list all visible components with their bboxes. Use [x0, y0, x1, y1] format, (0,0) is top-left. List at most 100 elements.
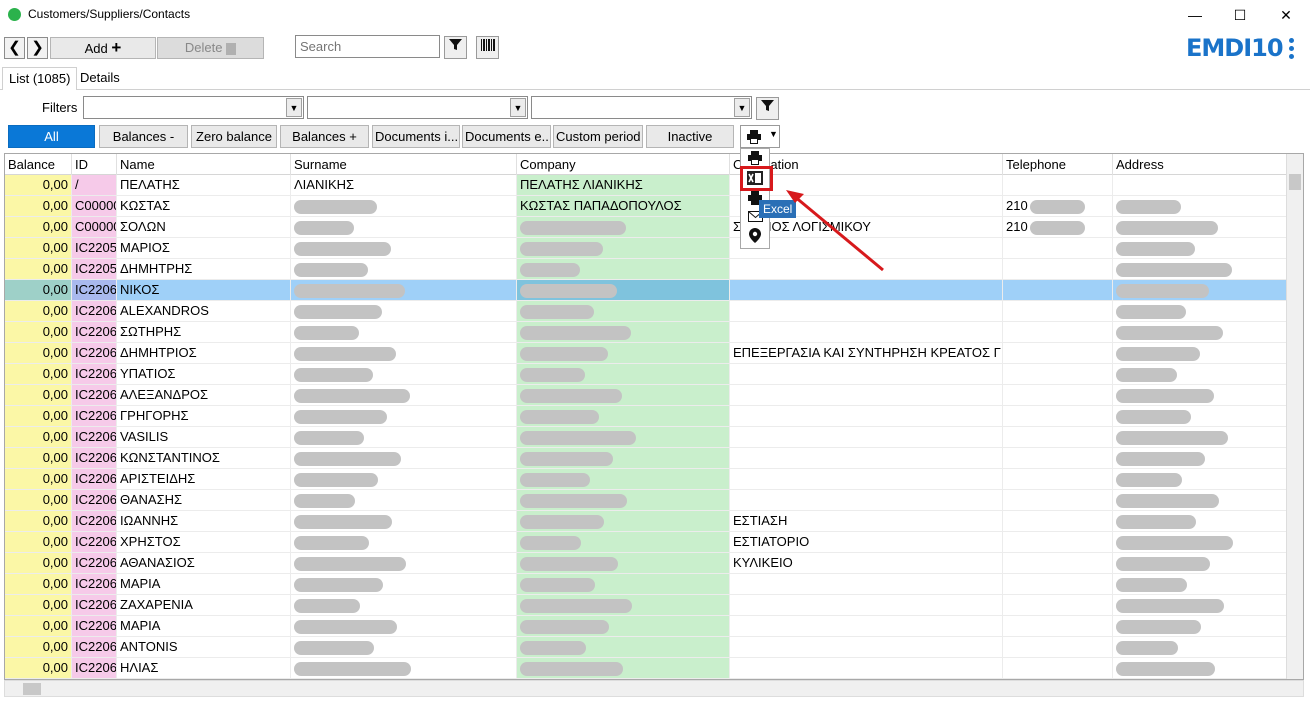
- col-balance[interactable]: Balance: [5, 154, 72, 175]
- redacted-value: [1116, 430, 1228, 445]
- col-company[interactable]: Company: [517, 154, 730, 175]
- quick-filter-documents-issued[interactable]: Documents i...: [372, 125, 460, 148]
- table-row[interactable]: 0,00 IC2206 ΑΡΙΣΤΕΙΔΗΣ: [5, 469, 1287, 490]
- table-row[interactable]: 0,00 IC2206 ΓΡΗΓΟΡΗΣ: [5, 406, 1287, 427]
- cell-telephone: [1003, 574, 1113, 595]
- cell-name: ΝΙΚΟΣ: [117, 280, 291, 301]
- print-dropdown[interactable]: ▼: [740, 125, 780, 148]
- location-icon[interactable]: [744, 228, 766, 246]
- cell-company: [517, 427, 730, 448]
- cell-balance-text: 0,00: [42, 366, 68, 381]
- table-row[interactable]: 0,00 IC2206 ΘΑΝΑΣΗΣ: [5, 490, 1287, 511]
- filter-combo-1[interactable]: ▼: [83, 96, 304, 119]
- cell-telephone: [1003, 280, 1113, 301]
- redacted-value: [1116, 304, 1186, 319]
- cell-balance: 0,00: [5, 196, 72, 217]
- more-options-icon[interactable]: [1287, 38, 1295, 62]
- cell-name: ΑΘΑΝΑΣΙΟΣ: [117, 553, 291, 574]
- col-id[interactable]: ID: [72, 154, 117, 175]
- cell-balance: 0,00: [5, 259, 72, 280]
- cell-balance-text: 0,00: [42, 345, 68, 360]
- vertical-scrollbar[interactable]: [1286, 154, 1303, 679]
- cell-id-text: IC2206: [75, 408, 117, 423]
- table-row[interactable]: 0,00 IC2206 ΑΛΕΞΑΝΔΡΟΣ: [5, 385, 1287, 406]
- table-row[interactable]: 0,00 IC2206 ΣΩΤΗΡΗΣ: [5, 322, 1287, 343]
- table-row[interactable]: 0,00 IC2206 ALEXANDROS: [5, 301, 1287, 322]
- cell-occupation: ΕΣΤΙΑΤΟΡΙΟ: [730, 532, 1003, 553]
- quick-filter-balances-plus[interactable]: Balances +: [280, 125, 369, 148]
- quick-filter-all[interactable]: All: [8, 125, 95, 148]
- quick-filter-custom-period[interactable]: Custom period: [553, 125, 643, 148]
- tab-list[interactable]: List (1085): [2, 67, 78, 90]
- forward-button[interactable]: ❯: [27, 37, 48, 59]
- quick-filter-zero-balance[interactable]: Zero balance: [191, 125, 277, 148]
- table-row[interactable]: 0,00 IC2206 VASILIS: [5, 427, 1287, 448]
- cell-telephone: [1003, 511, 1113, 532]
- table-row[interactable]: 0,00 / ΠΕΛΑΤΗΣ ΛΙΑΝΙΚΗΣ ΠΕΛΑΤΗΣ ΛΙΑΝΙΚΗΣ: [5, 175, 1287, 196]
- search-input[interactable]: [295, 35, 440, 58]
- table-row[interactable]: 0,00 IC2206 ΗΛΙΑΣ: [5, 658, 1287, 679]
- table-row[interactable]: 0,00 IC2206 ΚΩΝΣΤΑΝΤΙΝΟΣ: [5, 448, 1287, 469]
- redacted-value: [520, 283, 617, 298]
- table-row[interactable]: 0,00 IC2206 ΝΙΚΟΣ: [5, 280, 1287, 301]
- col-telephone[interactable]: Telephone: [1003, 154, 1113, 175]
- table-row[interactable]: 0,00 IC2206 ΙΩΑΝΝΗΣ ΕΣΤΙΑΣΗ: [5, 511, 1287, 532]
- cell-name-text: ΥΠΑΤΙΟΣ: [120, 366, 176, 381]
- trash-icon: [226, 42, 237, 55]
- col-name[interactable]: Name: [117, 154, 291, 175]
- redacted-value: [1116, 598, 1224, 613]
- delete-button-label: Delete: [184, 40, 223, 55]
- horizontal-scroll-thumb[interactable]: [23, 683, 41, 695]
- cell-surname: [291, 616, 517, 637]
- cell-name-text: ΠΕΛΑΤΗΣ: [120, 177, 180, 192]
- redacted-value: [1116, 367, 1177, 382]
- redacted-value: [294, 367, 373, 382]
- minimize-button[interactable]: —: [1180, 4, 1210, 26]
- quick-filter-inactive[interactable]: Inactive: [646, 125, 734, 148]
- col-surname[interactable]: Surname: [291, 154, 517, 175]
- cell-address: [1113, 574, 1287, 595]
- table-row[interactable]: 0,00 IC2206 ΑΘΑΝΑΣΙΟΣ ΚΥΛΙΚΕΙΟ: [5, 553, 1287, 574]
- cell-surname: [291, 343, 517, 364]
- filter-icon[interactable]: [444, 36, 467, 59]
- cell-occupation: [730, 658, 1003, 679]
- col-address[interactable]: Address: [1113, 154, 1287, 175]
- table-row[interactable]: 0,00 C00000 ΣΟΛΩΝ Σ ΑΣΜΟΣ ΛΟΓΙΣΜΙΚΟΥ 210: [5, 217, 1287, 238]
- vertical-scroll-thumb[interactable]: [1289, 174, 1301, 190]
- quick-filter-documents-entered[interactable]: Documents e...: [462, 125, 551, 148]
- cell-company: [517, 259, 730, 280]
- cell-id-text: IC2206: [75, 534, 117, 549]
- cell-surname: [291, 427, 517, 448]
- back-button[interactable]: ❮: [4, 37, 25, 59]
- maximize-button[interactable]: ☐: [1225, 4, 1255, 26]
- barcode-icon[interactable]: [476, 36, 499, 59]
- add-button[interactable]: Add +: [50, 37, 156, 59]
- cell-telephone: [1003, 175, 1113, 196]
- tab-details[interactable]: Details: [74, 67, 126, 90]
- table-row[interactable]: 0,00 IC2206 ΜΑΡΙΑ: [5, 574, 1287, 595]
- cell-id: IC2206: [72, 448, 117, 469]
- apply-filter-icon[interactable]: [756, 97, 779, 120]
- table-row[interactable]: 0,00 IC2205 ΜΑΡΙΟΣ: [5, 238, 1287, 259]
- redacted-value: [1116, 619, 1201, 634]
- table-row[interactable]: 0,00 C00000 ΚΩΣΤΑΣ ΚΩΣΤΑΣ ΠΑΠΑΔΟΠΟΥΛΟΣ 210: [5, 196, 1287, 217]
- table-row[interactable]: 0,00 IC2206 ΔΗΜΗΤΡΙΟΣ ΕΠΕΞΕΡΓΑΣΙΑ ΚΑΙ ΣΥΝΤΗ…: [5, 343, 1287, 364]
- table-row[interactable]: 0,00 IC2206 ΜΑΡΙΑ: [5, 616, 1287, 637]
- cell-balance-text: 0,00: [42, 639, 68, 654]
- cell-company: ΚΩΣΤΑΣ ΠΑΠΑΔΟΠΟΥΛΟΣ: [517, 196, 730, 217]
- cell-balance: 0,00: [5, 595, 72, 616]
- filter-combo-3[interactable]: ▼: [531, 96, 752, 119]
- table-row[interactable]: 0,00 IC2206 ΧΡΗΣΤΟΣ ΕΣΤΙΑΤΟΡΙΟ: [5, 532, 1287, 553]
- horizontal-scrollbar[interactable]: [4, 680, 1304, 697]
- filter-combo-2[interactable]: ▼: [307, 96, 528, 119]
- quick-filter-balances-minus[interactable]: Balances -: [99, 125, 188, 148]
- delete-button[interactable]: Delete: [157, 37, 264, 59]
- cell-surname: [291, 574, 517, 595]
- table-row[interactable]: 0,00 IC2206 ΥΠΑΤΙΟΣ: [5, 364, 1287, 385]
- table-row[interactable]: 0,00 IC2206 ANTONIS: [5, 637, 1287, 658]
- cell-name: ALEXANDROS: [117, 301, 291, 322]
- table-row[interactable]: 0,00 IC2205 ΔΗΜΗΤΡΗΣ: [5, 259, 1287, 280]
- close-button[interactable]: ✕: [1271, 4, 1301, 26]
- customers-grid[interactable]: Balance ID Name Surname Company Cation T…: [4, 153, 1304, 680]
- table-row[interactable]: 0,00 IC2206 ΖΑΧΑΡΕΝΙΑ: [5, 595, 1287, 616]
